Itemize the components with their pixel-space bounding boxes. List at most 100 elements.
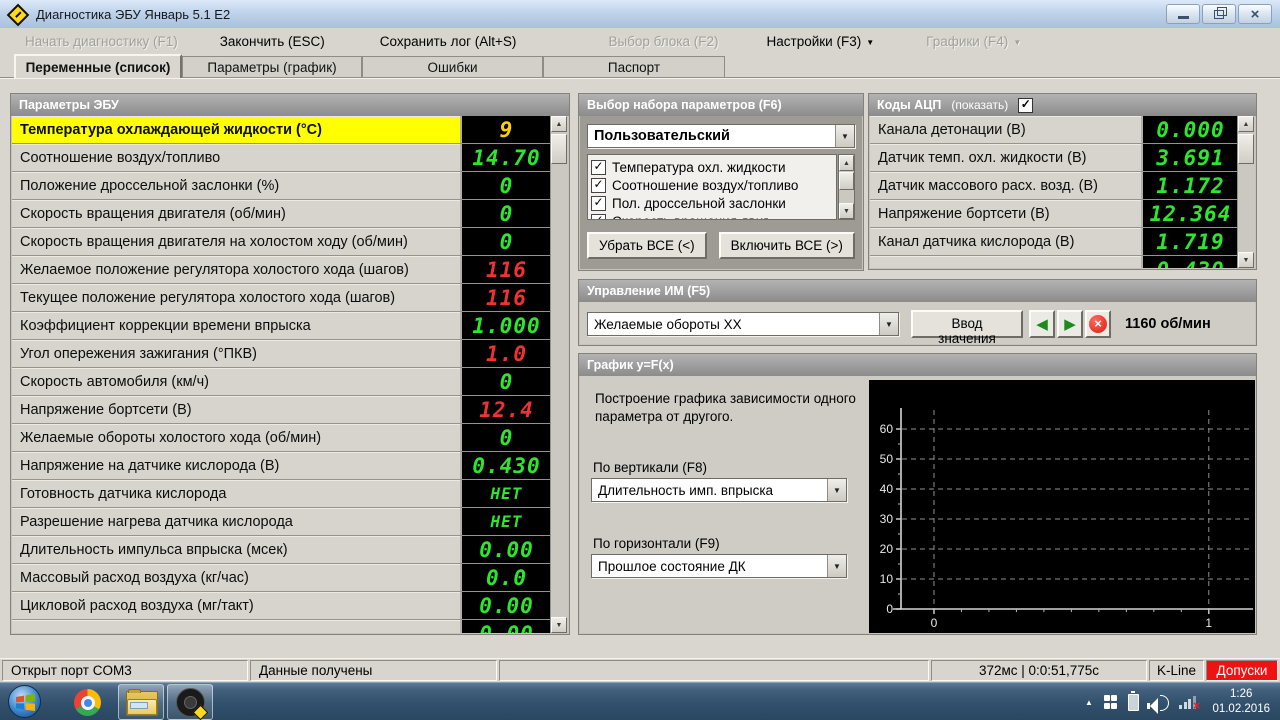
param-row[interactable]: Датчик массового расх. возд. (В)1.172 [870, 172, 1238, 200]
param-row[interactable]: Цикловой расход воздуха (мг/такт)0.00 [12, 592, 551, 620]
param-row[interactable]: Скорость вращения двигателя на холостом … [12, 228, 551, 256]
checklist-item[interactable]: ✓ Температура охл. жидкости [591, 158, 836, 176]
scroll-thumb[interactable] [551, 134, 567, 164]
param-row[interactable]: Напряжение бортсети (В)12.364 [870, 200, 1238, 228]
param-row[interactable]: Массовый расход воздуха (кг/час)0.0 [12, 564, 551, 592]
param-label: Скорость вращения двигателя (об/мин) [12, 200, 460, 227]
remove-all-button[interactable]: Убрать ВСЕ (<) [587, 232, 707, 259]
scroll-up-icon[interactable]: ▲ [1238, 116, 1254, 132]
checklist-item[interactable]: ✓Пол. дроссельной заслонки [591, 194, 836, 212]
param-label: Разрешение нагрева датчика кислорода [12, 508, 460, 535]
adc-scrollbar[interactable]: ▲ ▼ [1237, 116, 1255, 268]
param-label: Массовый расход воздуха (кг/час) [12, 564, 460, 591]
diagnostics-app-taskbar-button[interactable] [167, 684, 213, 720]
graph-header: График y=F(x) [579, 354, 1256, 376]
param-row[interactable]: Положение дроссельной заслонки (%)0 [12, 172, 551, 200]
vertical-axis-dropdown[interactable]: Длительность имп. впрыска ▼ [591, 478, 847, 502]
windows-update-icon[interactable] [1104, 695, 1118, 709]
param-row[interactable]: Напряжение на датчике кислорода (В)0.430 [12, 452, 551, 480]
param-value-display: 0 [460, 200, 551, 227]
explorer-taskbar-button[interactable] [118, 684, 164, 720]
minimize-button[interactable] [1166, 4, 1200, 24]
menubar: Начать диагностику (F1)Закончить (ESC)Со… [0, 28, 1280, 54]
param-row[interactable]: Канал датчика кислорода (В)1.719 [870, 228, 1238, 256]
enter-value-button[interactable]: Ввод значения [911, 310, 1023, 338]
preset-dropdown[interactable]: Пользовательский ▼ [587, 124, 855, 148]
param-label: Угол опережения зажигания (°ПКВ) [12, 340, 460, 367]
scroll-thumb[interactable] [1238, 134, 1254, 164]
param-row[interactable]: Текущее положение регулятора холостого х… [12, 284, 551, 312]
chevron-down-icon[interactable]: ▼ [879, 313, 898, 335]
scroll-thumb[interactable] [839, 172, 854, 190]
hidden-icons-button[interactable]: ▲ [1085, 698, 1093, 707]
param-row[interactable]: 0.00 [12, 620, 551, 633]
menu-item-graphs: Графики (F4)▼ [926, 34, 1021, 49]
status-port: Открыт порт COM3 [2, 660, 248, 681]
params-scrollbar[interactable]: ▲ ▼ [550, 116, 568, 633]
param-row[interactable]: Напряжение бортсети (В)12.4 [12, 396, 551, 424]
tab-errors[interactable]: Ошибки [362, 56, 543, 77]
scroll-down-icon[interactable]: ▼ [551, 617, 567, 633]
actuator-dropdown[interactable]: Желаемые обороты ХХ ▼ [587, 312, 899, 336]
decrease-button[interactable]: ◀ [1029, 310, 1055, 338]
checklist-scrollbar[interactable]: ▲ ▼ [838, 154, 855, 220]
chevron-down-icon[interactable]: ▼ [827, 479, 846, 501]
param-row[interactable]: Скорость автомобиля (км/ч)0 [12, 368, 551, 396]
network-error-icon[interactable]: × [1179, 694, 1197, 710]
include-all-button[interactable]: Включить ВСЕ (>) [719, 232, 855, 259]
adc-codes-list: Канала детонации (В)0.000Датчик темп. ох… [870, 116, 1238, 268]
param-label: Положение дроссельной заслонки (%) [12, 172, 460, 199]
param-row[interactable]: Коэффициент коррекции времени впрыска1.0… [12, 312, 551, 340]
restore-button[interactable] [1202, 4, 1236, 24]
actuator-panel: Управление ИМ (F5) Желаемые обороты ХХ ▼… [578, 279, 1257, 346]
chevron-down-icon[interactable]: ▼ [827, 555, 846, 577]
checklist-item-label: Температура охл. жидкости [612, 160, 786, 175]
chrome-taskbar-icon[interactable] [74, 689, 101, 716]
scroll-down-icon[interactable]: ▼ [839, 203, 854, 219]
menu-item-settings[interactable]: Настройки (F3)▼ [767, 34, 875, 49]
param-row[interactable]: 0.430 [870, 256, 1238, 268]
menu-item-finish[interactable]: Закончить (ESC) [220, 34, 325, 49]
taskbar-clock[interactable]: 1:26 01.02.2016 [1212, 687, 1270, 717]
param-label: Датчик темп. охл. жидкости (В) [870, 144, 1141, 171]
param-row[interactable]: Угол опережения зажигания (°ПКВ)1.0 [12, 340, 551, 368]
param-row[interactable]: Длительность импульса впрыска (мсек)0.00 [12, 536, 551, 564]
param-row[interactable]: Желаемое положение регулятора холостого … [12, 256, 551, 284]
tab-passport[interactable]: Паспорт [543, 56, 725, 77]
volume-icon[interactable] [1150, 694, 1168, 710]
param-row[interactable]: Канала детонации (В)0.000 [870, 116, 1238, 144]
scroll-up-icon[interactable]: ▲ [839, 155, 854, 171]
adc-show-checkbox[interactable]: ✓ [1018, 98, 1033, 113]
checklist-item[interactable]: ✓Соотношение воздух/топливо [591, 176, 836, 194]
checkbox-icon[interactable]: ✓ [591, 178, 606, 193]
param-row[interactable]: Желаемые обороты холостого хода (об/мин)… [12, 424, 551, 452]
param-row[interactable]: Скорость вращения двигателя (об/мин)0 [12, 200, 551, 228]
horizontal-axis-dropdown[interactable]: Прошлое состояние ДК ▼ [591, 554, 847, 578]
param-row[interactable]: Соотношение воздух/топливо14.70 [12, 144, 551, 172]
close-button[interactable]: × [1238, 4, 1272, 24]
titlebar[interactable]: Диагностика ЭБУ Январь 5.1 Е2 × [0, 0, 1280, 29]
param-row[interactable]: Датчик темп. охл. жидкости (В)3.691 [870, 144, 1238, 172]
tab-parameters-graph[interactable]: Параметры (график) [182, 56, 362, 77]
param-row[interactable]: Разрешение нагрева датчика кислородаНЕТ [12, 508, 551, 536]
battery-icon[interactable] [1128, 694, 1139, 711]
checkbox-icon[interactable]: ✓ [591, 160, 606, 175]
stop-button[interactable]: × [1085, 310, 1111, 338]
checklist-item-label: Скорость вращения двиг [612, 214, 768, 221]
scroll-up-icon[interactable]: ▲ [551, 116, 567, 132]
chevron-down-icon[interactable]: ▼ [835, 125, 854, 147]
checkbox-icon[interactable]: ✓ [591, 196, 606, 211]
scroll-down-icon[interactable]: ▼ [1238, 252, 1254, 268]
tab-variables-list[interactable]: Переменные (список) [14, 54, 182, 78]
param-row[interactable]: Температура охлаждающей жидкости (°C)9 [12, 116, 551, 144]
checklist-item[interactable]: ✓ Скорость вращения двиг [591, 212, 836, 220]
menu-item-save-log[interactable]: Сохранить лог (Alt+S) [380, 34, 517, 49]
system-tray: ▲ × 1:26 01.02.2016 [1085, 683, 1280, 720]
desktop: Диагностика ЭБУ Январь 5.1 Е2 × Начать д… [0, 0, 1280, 720]
minimize-icon [1178, 16, 1189, 19]
checkbox-icon[interactable]: ✓ [591, 214, 606, 221]
increase-button[interactable]: ▶ [1057, 310, 1083, 338]
param-row[interactable]: Готовность датчика кислородаНЕТ [12, 480, 551, 508]
close-icon: × [1251, 7, 1260, 22]
start-button[interactable] [8, 685, 41, 718]
